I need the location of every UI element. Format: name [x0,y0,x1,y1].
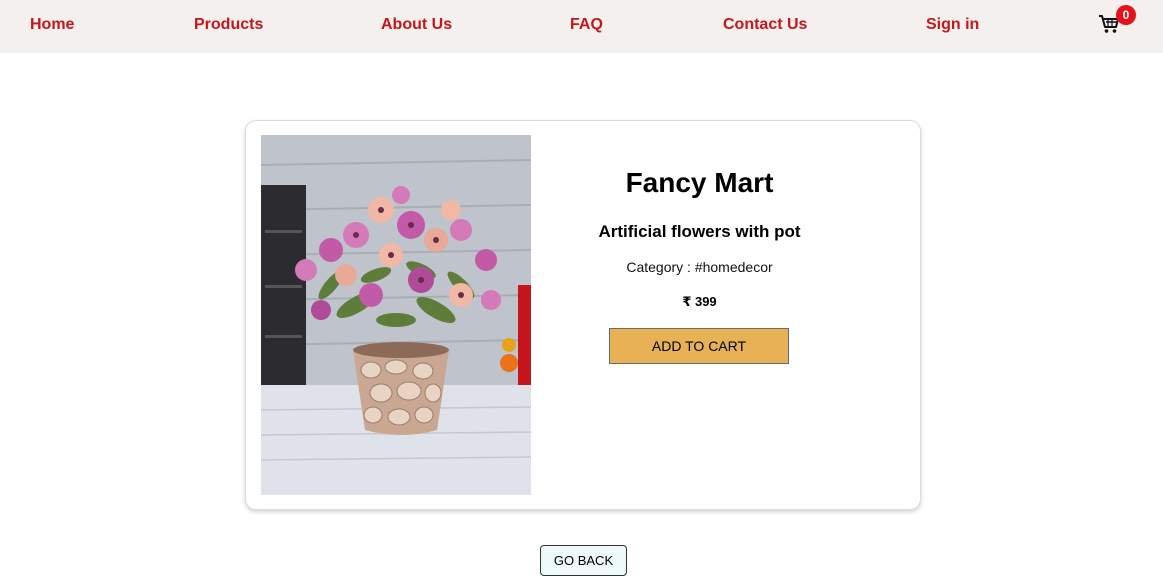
product-image [261,135,531,495]
product-category: Category : #homedecor [626,259,773,275]
product-title: Artificial flowers with pot [598,222,801,241]
nav-contact-link[interactable]: Contact Us [723,16,807,34]
top-navbar: Home Products About Us FAQ Contact Us Si… [0,0,1163,53]
product-card: Fancy Mart Artificial flowers with pot C… [245,120,921,510]
nav-home-link[interactable]: Home [30,16,74,34]
cart-count-badge: 0 [1116,5,1136,25]
nav-signin-link[interactable]: Sign in [926,16,979,34]
nav-faq-link[interactable]: FAQ [570,16,603,34]
go-back-button[interactable]: GO BACK [540,545,627,576]
product-price: ₹ 399 [682,294,717,309]
cart-button[interactable]: 0 [1098,5,1138,39]
nav-products-link[interactable]: Products [194,16,263,34]
product-brand: Fancy Mart [625,167,774,198]
add-to-cart-button[interactable]: ADD TO CART [609,328,789,364]
flower-pot-illustration [261,135,531,495]
nav-about-link[interactable]: About Us [381,16,452,34]
